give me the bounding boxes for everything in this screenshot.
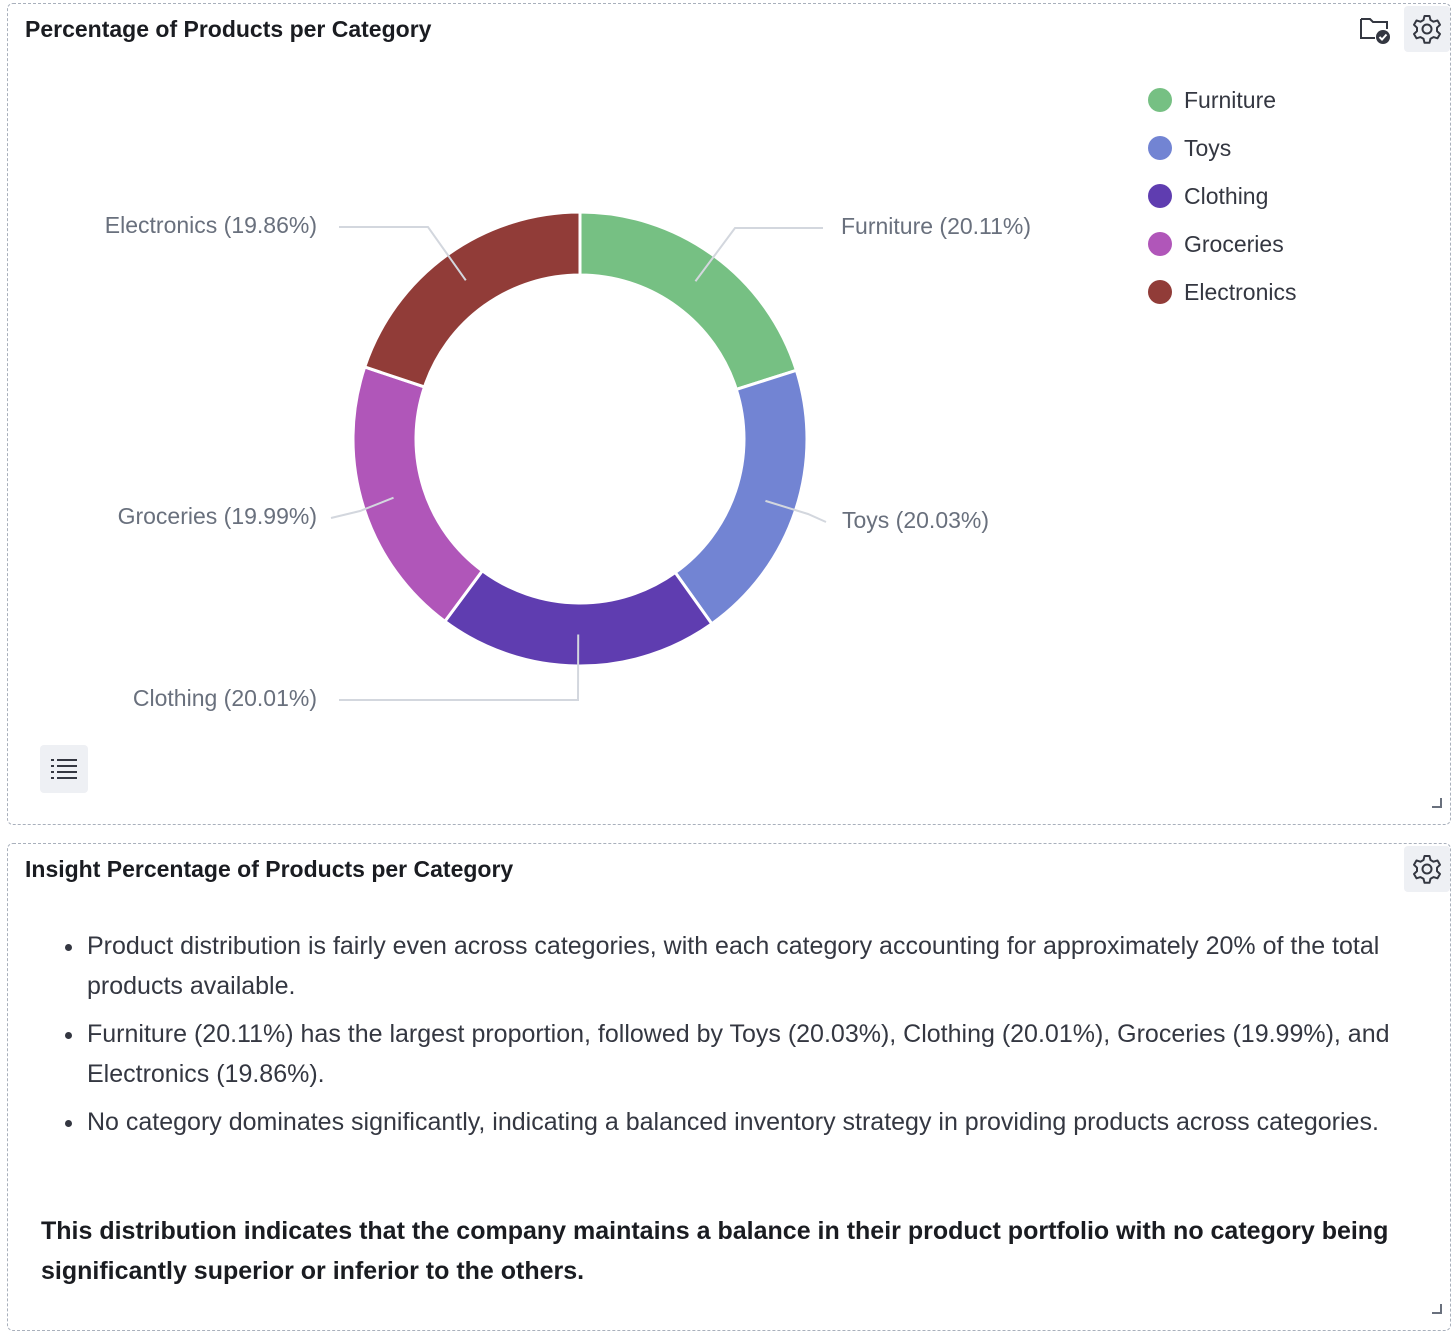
insight-panel: Insight Percentage of Products per Categ… xyxy=(7,843,1451,1331)
slice-label: Furniture (20.11%) xyxy=(841,213,1031,239)
legend-swatch xyxy=(1148,280,1172,304)
donut-slice-groceries[interactable] xyxy=(351,365,485,624)
insight-panel-title: Insight Percentage of Products per Categ… xyxy=(25,856,514,882)
insight-settings-button[interactable] xyxy=(1404,846,1450,892)
folder-button[interactable] xyxy=(1352,6,1398,52)
folder-check-icon xyxy=(1360,18,1390,44)
insight-bullet: Furniture (20.11%) has the largest propo… xyxy=(65,1014,1435,1094)
legend-label: Furniture xyxy=(1184,86,1277,113)
slice-label: Electronics (19.86%) xyxy=(105,212,317,238)
legend-swatch xyxy=(1148,184,1172,208)
chart-legend: Furniture Toys Clothing Groceries Electr… xyxy=(1148,76,1296,316)
legend-item[interactable]: Toys xyxy=(1148,124,1296,172)
slice-label: Toys (20.03%) xyxy=(842,507,989,533)
donut-chart: Furniture (20.11%) Toys (20.03%) Clothing … xyxy=(105,210,1031,711)
legend-toggle-button[interactable] xyxy=(40,745,88,793)
legend-swatch xyxy=(1148,136,1172,160)
slice-label: Clothing (20.01%) xyxy=(133,685,317,711)
legend-label: Clothing xyxy=(1184,182,1269,209)
insight-bullet: No category dominates significantly, ind… xyxy=(65,1102,1435,1142)
legend-label: Groceries xyxy=(1184,230,1284,257)
legend-swatch xyxy=(1148,232,1172,256)
donut-slice-electronics[interactable] xyxy=(362,210,582,389)
legend-item[interactable]: Groceries xyxy=(1148,220,1296,268)
insight-bullet-list: Product distribution is fairly even acro… xyxy=(65,926,1435,1150)
legend-item[interactable]: Electronics xyxy=(1148,268,1296,316)
gear-icon xyxy=(1413,15,1441,44)
gear-icon xyxy=(1413,855,1441,884)
legend-label: Electronics xyxy=(1184,278,1297,305)
legend-item[interactable]: Furniture xyxy=(1148,76,1296,124)
list-icon xyxy=(51,759,77,779)
chart-settings-button[interactable] xyxy=(1404,6,1450,52)
insight-bullet: Product distribution is fairly even acro… xyxy=(65,926,1435,1006)
chart-panel: Percentage of Products per Category Furn… xyxy=(7,3,1451,825)
donut-slice-furniture[interactable] xyxy=(578,210,799,392)
legend-item[interactable]: Clothing xyxy=(1148,172,1296,220)
donut-slice-toys[interactable] xyxy=(673,368,809,626)
insight-conclusion: This distribution indicates that the com… xyxy=(41,1217,1389,1285)
resize-handle[interactable] xyxy=(1432,798,1442,808)
resize-handle[interactable] xyxy=(1432,1304,1442,1314)
legend-swatch xyxy=(1148,88,1172,112)
slice-label: Groceries (19.99%) xyxy=(118,503,317,529)
legend-label: Toys xyxy=(1184,134,1232,161)
